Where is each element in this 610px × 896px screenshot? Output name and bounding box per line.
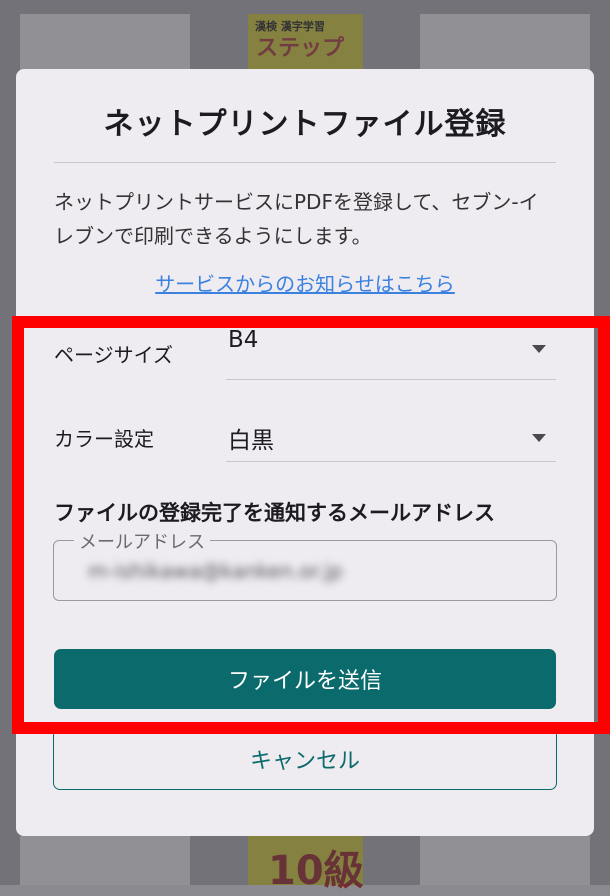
highlight-annotation: [12, 316, 610, 734]
divider: [54, 162, 556, 163]
dialog-description: ネットプリントサービスにPDFを登録して、セブン-イレブンで印刷できるようにしま…: [54, 190, 539, 248]
cancel-button[interactable]: キャンセル: [53, 728, 557, 790]
dialog-title: ネットプリントファイル登録: [103, 107, 507, 142]
service-notice-link[interactable]: サービスからのお知らせはこちら: [16, 268, 594, 297]
